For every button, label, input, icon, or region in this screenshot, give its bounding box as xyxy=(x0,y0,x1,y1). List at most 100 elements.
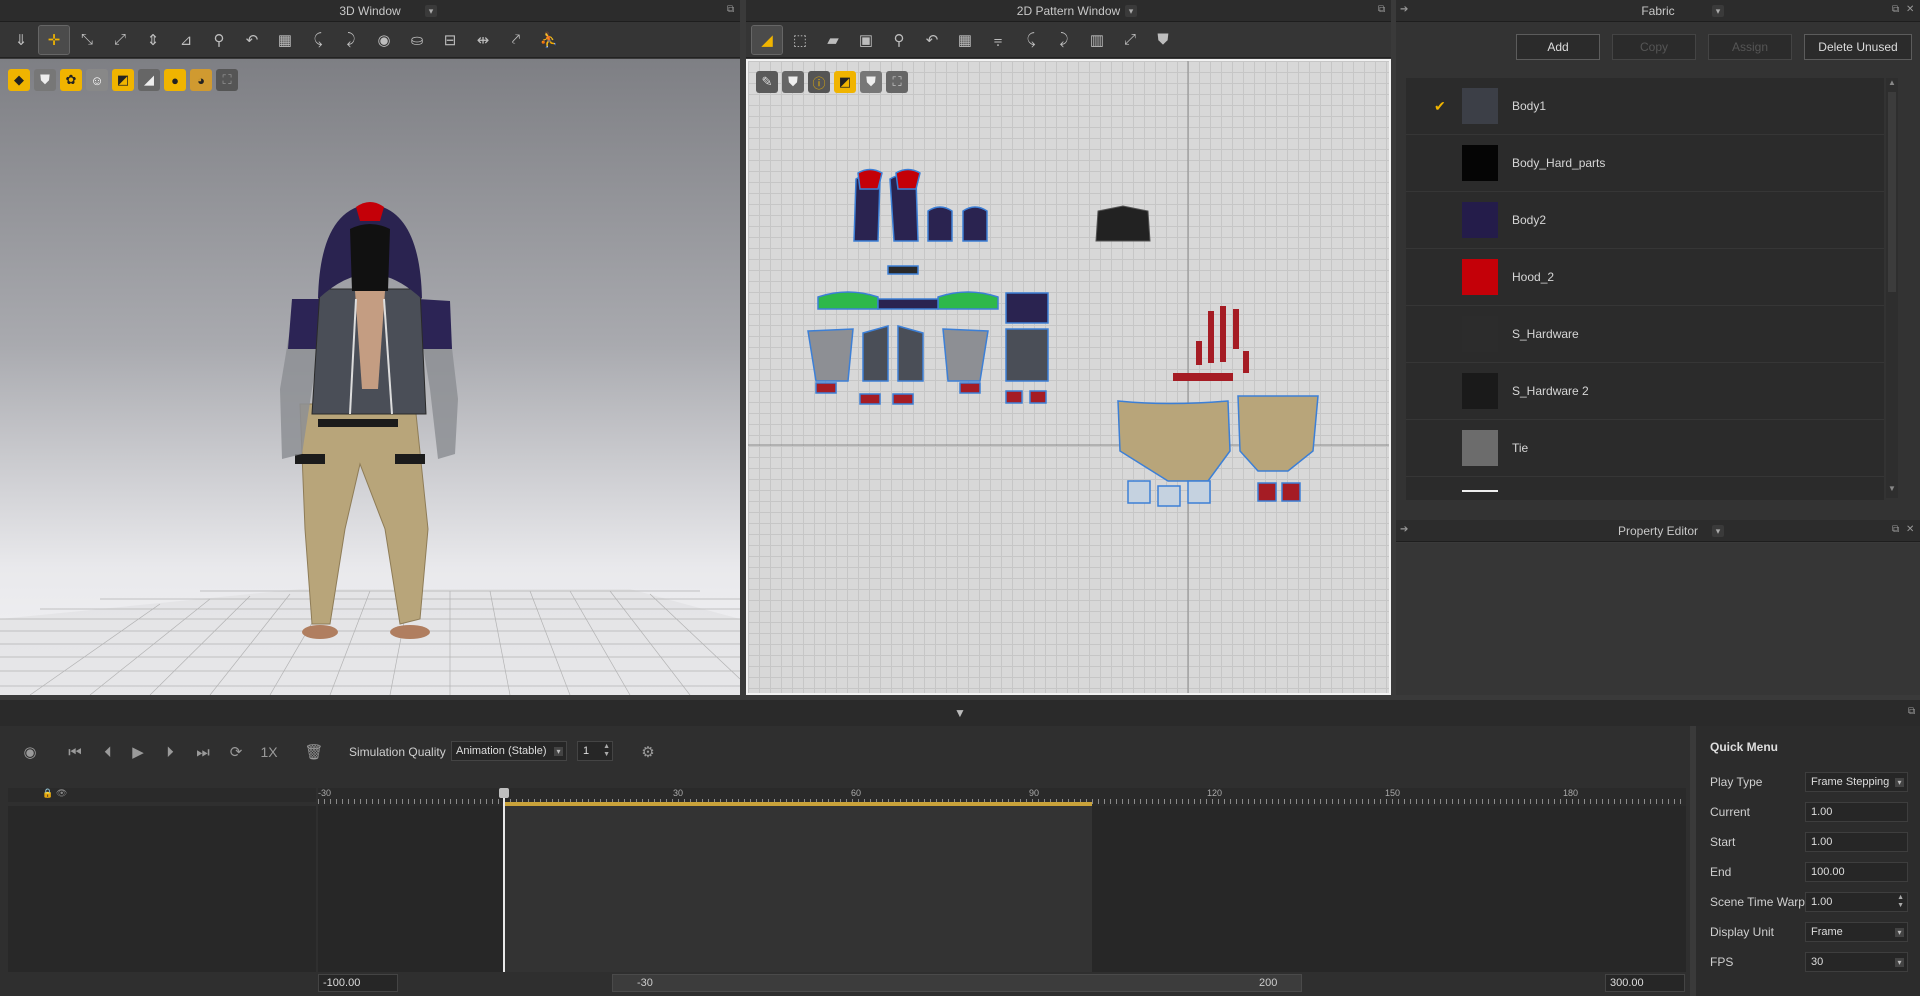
range-start-field[interactable]: -100.00 xyxy=(318,974,398,992)
track-area[interactable] xyxy=(318,806,1686,972)
topstitch-icon[interactable]: ⛀ xyxy=(402,26,432,54)
pattern2d-popout-icon[interactable]: ⧉ xyxy=(1378,4,1385,15)
fabric-item[interactable]: S_Hardware 2 xyxy=(1406,363,1884,420)
view3d-menu-dropdown[interactable]: ▾ xyxy=(425,5,437,17)
range-scrollbar[interactable]: -30 200 xyxy=(612,974,1302,992)
timeline-popout-icon[interactable]: ⧉ xyxy=(1908,706,1915,717)
display-unit-select[interactable]: Frame ▾ xyxy=(1805,922,1908,942)
go-to-end-icon[interactable]: ⏭ xyxy=(190,740,216,764)
fabric-item[interactable]: ✔ Body1 xyxy=(1406,78,1884,135)
loop-icon[interactable]: ⟳ xyxy=(224,740,248,764)
range-end-field[interactable]: 300.00 xyxy=(1605,974,1685,992)
avatar-icon[interactable]: ⤤ xyxy=(501,26,531,54)
property-pin-icon[interactable]: ➔ xyxy=(1400,524,1408,535)
select-icon[interactable]: ⇓ xyxy=(6,26,36,54)
quick-menu-row: Display Unit Frame ▾ xyxy=(1710,922,1918,942)
garment-icon[interactable]: ⛊ xyxy=(1148,26,1178,54)
sewing-icon[interactable]: ⤹ xyxy=(303,26,333,54)
quick-menu-title: Quick Menu xyxy=(1710,740,1779,754)
ruler-icon[interactable]: ⇹ xyxy=(468,26,498,54)
pattern2d-viewport[interactable]: ✎ ⛊ ⓘ ◩ ⛊ ⛶ xyxy=(746,59,1391,695)
measure-icon[interactable]: ⊟ xyxy=(435,26,465,54)
playhead-handle[interactable] xyxy=(499,788,509,798)
add-fabric-button[interactable]: Add xyxy=(1516,34,1600,60)
view3d-viewport[interactable]: ◆ ⛊ ✿ ☺ ◩ ◢ ● ◕ ⛶ xyxy=(0,59,740,695)
timeline-collapse-bar[interactable]: ▼ xyxy=(0,700,1920,726)
fabric-scroll-up-icon[interactable]: ▲ xyxy=(1886,78,1898,90)
play-type-select[interactable]: Frame Stepping ▾ xyxy=(1805,772,1908,792)
pin-icon[interactable]: ⚲ xyxy=(204,26,234,54)
fabric-pin-icon[interactable]: ➔ xyxy=(1400,4,1408,15)
segment-sew-icon[interactable]: ⤹ xyxy=(1016,26,1046,54)
range-end-value: 300.00 xyxy=(1610,977,1644,989)
step-forward-icon[interactable]: ⏵ xyxy=(158,740,182,764)
walk-icon[interactable]: ⛹ xyxy=(534,26,564,54)
play-icon[interactable]: ▶ xyxy=(126,740,150,764)
fabric-item[interactable]: Body_Hard_parts xyxy=(1406,135,1884,192)
fabric-item[interactable]: S_Hardware xyxy=(1406,306,1884,363)
button-icon[interactable]: ◉ xyxy=(369,26,399,54)
rectangle-icon[interactable]: ▣ xyxy=(851,26,881,54)
edit-pattern-icon[interactable]: ⤡ xyxy=(72,26,102,54)
start-frame-input[interactable]: 1.00 xyxy=(1805,832,1908,852)
stepper-arrows-icon[interactable]: ▲ ▼ xyxy=(1897,894,1904,910)
fabric-scroll-down-icon[interactable]: ▼ xyxy=(1886,484,1898,496)
symmetric-icon[interactable]: ⤢ xyxy=(1115,26,1145,54)
assign-fabric-button[interactable]: Assign xyxy=(1708,34,1792,60)
step-back-icon[interactable]: ⏴ xyxy=(96,740,120,764)
stepper-arrows-icon[interactable]: ▲ ▼ xyxy=(603,743,610,759)
free-sew-icon[interactable]: ⤸ xyxy=(1049,26,1079,54)
end-frame-input[interactable]: 100.00 xyxy=(1805,862,1908,882)
pattern2d-menu-dropdown[interactable]: ▾ xyxy=(1125,5,1137,17)
current-frame-input[interactable]: 1.00 xyxy=(1805,802,1908,822)
stripe-icon[interactable]: ▥ xyxy=(1082,26,1112,54)
fold-icon[interactable]: ⇕ xyxy=(138,26,168,54)
copy-fabric-button[interactable]: Copy xyxy=(1612,34,1696,60)
internal-line-icon[interactable]: ⚲ xyxy=(884,26,914,54)
fabric-list-scrollbar[interactable]: ▲ ▼ xyxy=(1886,78,1898,498)
fabric-item[interactable]: Body2 xyxy=(1406,192,1884,249)
fabric-item[interactable]: Tie xyxy=(1406,420,1884,477)
sim-steps-stepper[interactable]: 1 ▲ ▼ xyxy=(577,741,613,761)
view3d-popout-icon[interactable]: ⧉ xyxy=(727,4,734,15)
delete-unused-button[interactable]: Delete Unused xyxy=(1804,34,1912,60)
fps-select[interactable]: 30 ▾ xyxy=(1805,952,1908,972)
timeline-ruler[interactable]: -30 30 60 90 120 150 180 xyxy=(318,788,1686,806)
fabric-scroll-thumb[interactable] xyxy=(1888,92,1896,292)
playhead[interactable] xyxy=(499,788,509,972)
simulation-settings-icon[interactable]: ⚙ xyxy=(636,740,660,764)
record-icon[interactable]: ◉ xyxy=(18,740,42,764)
property-menu-dropdown[interactable]: ▾ xyxy=(1712,525,1724,537)
fabric-title: Fabric xyxy=(1641,3,1675,18)
sim-quality-select[interactable]: Animation (Stable) ▾ xyxy=(451,741,567,761)
fabric-close-icon[interactable]: ✕ xyxy=(1906,4,1914,15)
trash-icon[interactable]: 🗑 xyxy=(302,740,326,764)
eye-icon[interactable]: 👁 xyxy=(56,788,67,799)
pattern-pieces xyxy=(748,61,1389,693)
fabric-menu-dropdown[interactable]: ▾ xyxy=(1712,5,1724,17)
chevron-down-icon: ▾ xyxy=(1895,778,1904,787)
puckering-icon[interactable]: ⤸ xyxy=(336,26,366,54)
go-to-start-icon[interactable]: ⏮ xyxy=(62,740,88,764)
fps-value: 30 xyxy=(1811,956,1824,968)
speed-button[interactable]: 1X xyxy=(254,740,284,764)
grid-icon[interactable]: ▦ xyxy=(270,26,300,54)
fabric-swatch xyxy=(1462,316,1498,352)
polygon-icon[interactable]: ▰ xyxy=(818,26,848,54)
tack-icon[interactable]: ⊿ xyxy=(171,26,201,54)
scene-time-warp-stepper[interactable]: 1.00 ▲ ▼ xyxy=(1805,892,1908,912)
fold-line-icon[interactable]: ⩦ xyxy=(983,26,1013,54)
dart-icon[interactable]: ↶ xyxy=(917,26,947,54)
grid-pattern-icon[interactable]: ▦ xyxy=(950,26,980,54)
fabric-popout-icon[interactable]: ⧉ xyxy=(1892,4,1899,15)
move-icon[interactable]: ✛ xyxy=(38,24,70,55)
edit-point-icon[interactable]: ◢ xyxy=(751,24,783,55)
lock-icon[interactable]: 🔒 xyxy=(42,788,53,799)
segment-icon[interactable]: ⤢ xyxy=(105,26,135,54)
property-popout-icon[interactable]: ⧉ xyxy=(1892,524,1899,535)
fabric-item-name: S_Hardware 2 xyxy=(1512,384,1589,398)
arrange-icon[interactable]: ↶ xyxy=(237,26,267,54)
property-close-icon[interactable]: ✕ xyxy=(1906,524,1914,535)
transform-icon[interactable]: ⬚ xyxy=(785,26,815,54)
fabric-item[interactable]: Hood_2 xyxy=(1406,249,1884,306)
